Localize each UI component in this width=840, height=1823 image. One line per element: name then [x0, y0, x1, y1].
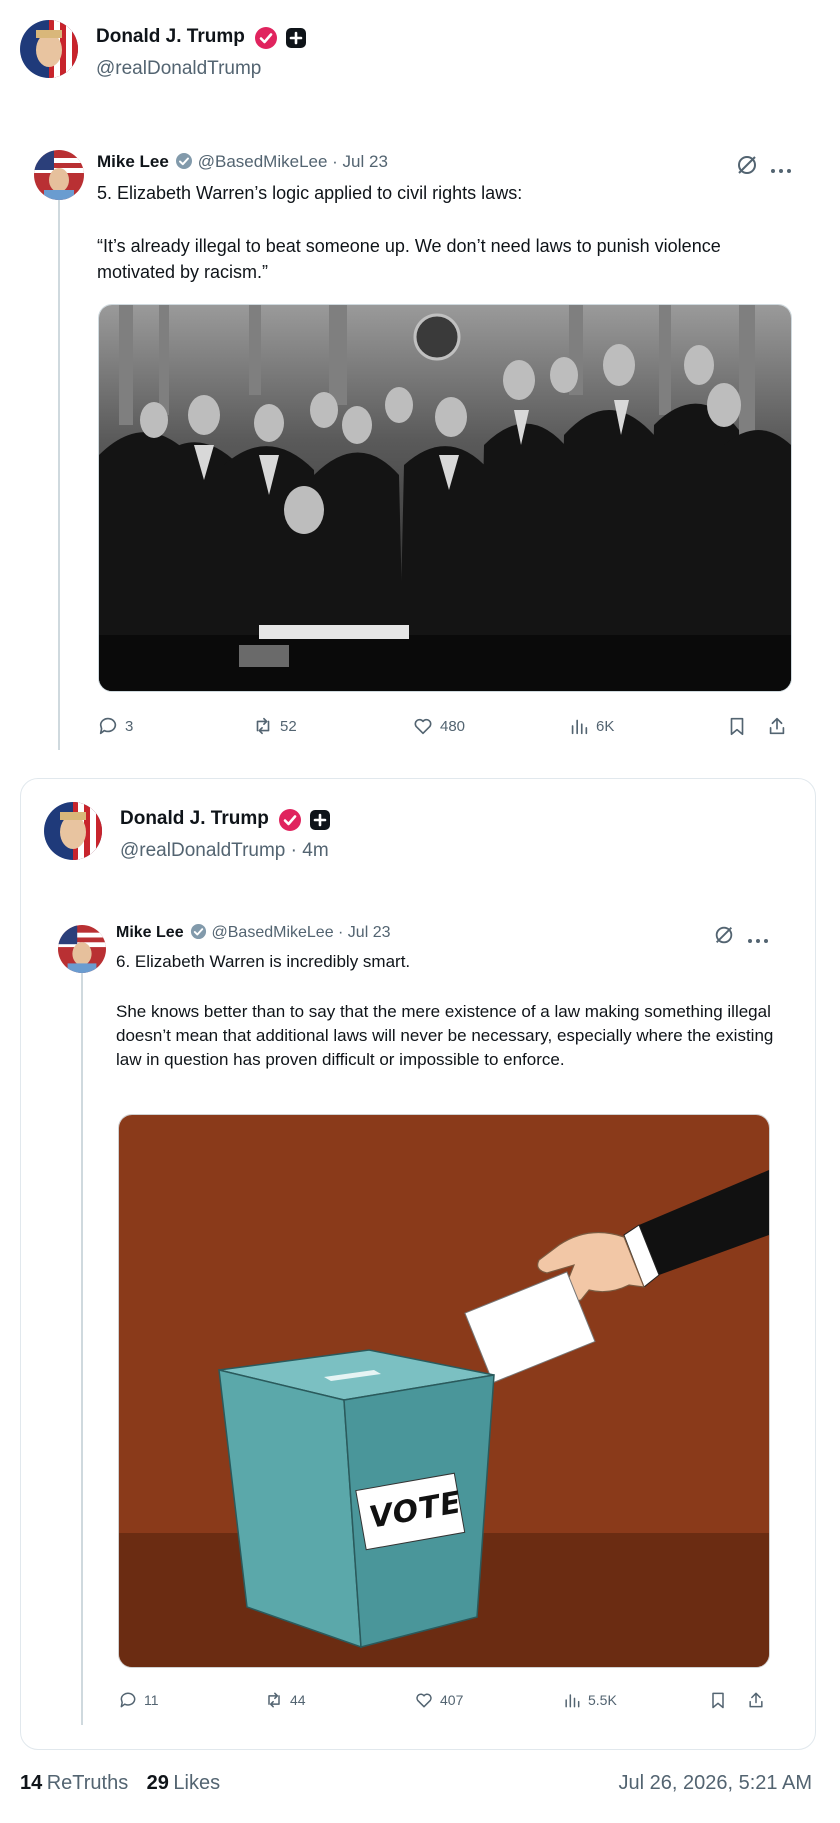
thread-line — [81, 925, 83, 1725]
plus-badge-icon — [285, 27, 306, 48]
quote2-text-body: She knows better than to say that the me… — [116, 1002, 774, 1069]
author-avatar[interactable] — [20, 20, 78, 78]
quoted-author-avatar[interactable] — [58, 925, 106, 973]
quote2-author-handle[interactable]: @BasedMikeLee · Jul 23 — [212, 924, 391, 941]
grok-icon[interactable] — [735, 153, 759, 177]
retruths-count: 14 — [20, 1772, 43, 1794]
quote1-author-name[interactable]: Mike Lee — [97, 152, 169, 171]
reply-icon — [99, 717, 117, 735]
verified-badge-icon — [190, 923, 207, 940]
grok-icon[interactable] — [713, 924, 735, 946]
engagement-summary: 14 ReTruths 29 Likes — [20, 1772, 220, 1795]
reply-icon — [120, 1692, 136, 1708]
retweet-button[interactable]: 44 — [264, 1690, 306, 1710]
reply-button[interactable]: 3 — [97, 715, 133, 737]
views-icon — [565, 1694, 580, 1708]
author-handle[interactable]: @realDonaldTrump — [96, 58, 261, 80]
views-button[interactable]: 5.5K — [562, 1690, 617, 1710]
like-button[interactable]: 407 — [414, 1690, 463, 1710]
bookmark-button[interactable] — [708, 1690, 728, 1710]
share-button[interactable] — [766, 715, 788, 737]
quote2-text-line1: 6. Elizabeth Warren is incredibly smart. — [116, 952, 411, 971]
like-count: 407 — [440, 1692, 464, 1708]
more-icon[interactable] — [770, 162, 792, 173]
views-icon — [571, 719, 588, 735]
quoted-author-avatar[interactable] — [34, 150, 84, 200]
views-count: 5.5K — [588, 1692, 617, 1708]
reply-button[interactable]: 11 — [118, 1690, 159, 1710]
retweet-count: 52 — [280, 717, 297, 735]
reply-count: 11 — [144, 1692, 159, 1708]
plus-badge-icon — [309, 809, 330, 830]
retruths-label: ReTruths — [46, 1772, 129, 1794]
bookmark-icon — [712, 1692, 724, 1709]
quote1-author-handle[interactable]: @BasedMikeLee · Jul 23 — [198, 152, 388, 171]
share-icon — [749, 1692, 763, 1708]
quote1-header: Mike Lee @BasedMikeLee · Jul 23 — [97, 152, 388, 172]
verified-badge-icon — [175, 152, 193, 170]
repost-author-handle[interactable]: @realDonaldTrump · 4m — [120, 840, 329, 862]
repost-author-name[interactable]: Donald J. Trump — [120, 808, 269, 829]
like-button[interactable]: 480 — [412, 715, 465, 737]
quote2-header: Mike Lee @BasedMikeLee · Jul 23 — [116, 923, 391, 942]
quote1-text-line1: 5. Elizabeth Warren’s logic applied to c… — [97, 183, 523, 203]
like-count: 480 — [440, 717, 466, 735]
like-icon — [416, 1693, 432, 1708]
author-name[interactable]: Donald J. Trump — [96, 26, 245, 47]
verified-badge-icon — [279, 808, 302, 831]
retweet-icon — [256, 717, 270, 735]
retweet-icon — [268, 1692, 280, 1708]
share-button[interactable] — [746, 1690, 766, 1710]
verified-badge-icon — [255, 26, 278, 49]
bookmark-button[interactable] — [726, 715, 748, 737]
post-timestamp[interactable]: Jul 26, 2026, 5:21 AM — [619, 1772, 812, 1795]
likes-count: 29 — [146, 1772, 169, 1794]
like-icon — [414, 718, 432, 735]
likes-link[interactable]: 29 Likes — [147, 1772, 220, 1794]
quote2-author-name[interactable]: Mike Lee — [116, 924, 184, 941]
quote2-ballot-illustration[interactable]: VOTE — [118, 1114, 770, 1668]
likes-label: Likes — [173, 1772, 221, 1794]
repost-name-row: Donald J. Trump — [120, 808, 330, 831]
views-count: 6K — [596, 717, 615, 735]
quote1-photo[interactable] — [98, 304, 792, 692]
reply-count: 3 — [125, 717, 134, 735]
thread-line — [58, 150, 60, 750]
retweet-count: 44 — [290, 1692, 306, 1708]
share-icon — [769, 717, 785, 735]
bookmark-icon — [730, 717, 744, 736]
retruths-link[interactable]: 14 ReTruths — [20, 1772, 133, 1794]
repost-author-avatar[interactable] — [44, 802, 102, 860]
retweet-button[interactable]: 52 — [252, 715, 297, 737]
author-name-row: Donald J. Trump — [96, 26, 306, 49]
views-button[interactable]: 6K — [568, 715, 614, 737]
more-icon[interactable] — [747, 932, 769, 943]
quote1-text-quote: “It’s already illegal to beat someone up… — [97, 236, 721, 282]
